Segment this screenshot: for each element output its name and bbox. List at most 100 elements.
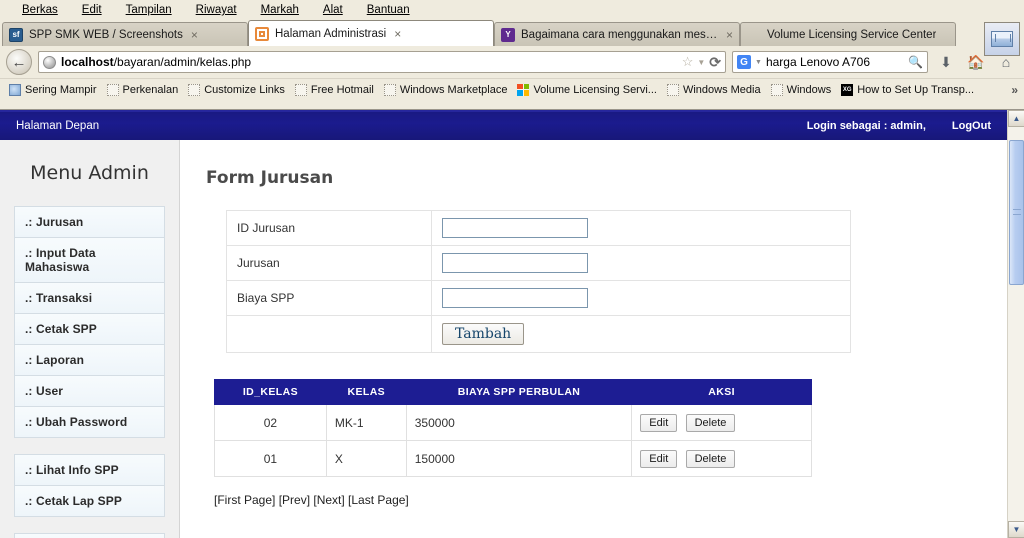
close-icon[interactable]: × (724, 29, 733, 41)
xg-icon: XG (841, 83, 854, 96)
chevron-down-icon[interactable]: ▼ (697, 58, 705, 67)
back-button[interactable]: ← (6, 49, 32, 75)
form-row-jurusan: Jurusan (226, 245, 851, 281)
table-header-row: ID_KELAS KELAS BIAYA SPP PERBULAN AKSI (214, 379, 812, 405)
microsoft-icon (517, 83, 530, 96)
sidebar-item-transaksi[interactable]: .: Transaksi (14, 282, 165, 313)
column-header-id-kelas: ID_KELAS (214, 379, 327, 405)
page-viewport: Halaman Depan Login sebagai : admin, Log… (0, 110, 1024, 538)
delete-button[interactable]: Delete (685, 449, 736, 468)
column-header-kelas: KELAS (325, 379, 407, 405)
envelope-icon (991, 31, 1013, 47)
bookmark-icon (106, 83, 119, 96)
search-bar[interactable]: G ▼ harga Lenovo A706 🔍 (732, 51, 928, 73)
star-icon[interactable]: ☆ (682, 54, 694, 70)
browser-menubar: Berkas Edit Tampilan Riwayat Markah Alat… (0, 0, 1024, 20)
menu-tampilan[interactable]: Tampilan (126, 4, 172, 16)
menu-markah[interactable]: Markah (261, 4, 299, 16)
sidebar-group-reports: .: Lihat Info SPP .: Cetak Lap SPP (14, 454, 165, 517)
sidebar-item-user[interactable]: .: User (14, 375, 165, 406)
downloads-icon[interactable]: ⬇ (934, 54, 958, 71)
bookmark-windows-media[interactable]: Windows Media (662, 81, 766, 99)
scrollbar-thumb[interactable] (1009, 140, 1024, 285)
bookmark-label: Free Hotmail (310, 83, 374, 96)
bookmark-customize-links[interactable]: Customize Links (183, 81, 290, 99)
bookmarks-overflow-icon[interactable]: » (1011, 83, 1018, 97)
bookmark-icon (770, 83, 783, 96)
page-title: Form Jurusan (206, 168, 334, 188)
bookmark-sering-mampir[interactable]: Sering Mampir (4, 81, 102, 99)
browser-tab-spp-smk-web[interactable]: sf SPP SMK WEB / Screenshots × (2, 22, 248, 46)
pagination-links[interactable]: [First Page] [Prev] [Next] [Last Page] (214, 493, 1007, 507)
restore-window-button[interactable] (984, 22, 1020, 56)
addon-icon[interactable]: ⌂ (994, 54, 1018, 70)
menu-bantuan[interactable]: Bantuan (367, 4, 410, 16)
search-icon[interactable]: 🔍 (908, 55, 923, 69)
delete-button[interactable]: Delete (685, 413, 736, 432)
sidebar-item-input-data-mahasiswa[interactable]: .: Input Data Mahasiswa (14, 237, 165, 282)
biaya-spp-input[interactable] (442, 288, 588, 308)
label-id-jurusan: ID Jurusan (226, 210, 432, 246)
browser-tab-yahoo-answers[interactable]: Y Bagaimana cara menggunakan mesin cuci.… (494, 22, 740, 46)
search-input[interactable]: harga Lenovo A706 (766, 55, 904, 69)
menu-berkas[interactable]: Berkas (22, 4, 58, 16)
sidebar-item-ubah-password[interactable]: .: Ubah Password (14, 406, 165, 438)
address-bar[interactable]: localhost/bayaran/admin/kelas.php ☆ ▼ ⟳ (38, 51, 726, 73)
bookmark-how-to-set-up[interactable]: XG How to Set Up Transp... (836, 81, 979, 99)
close-icon[interactable]: × (392, 28, 401, 40)
sidebar-item-jurusan[interactable]: .: Jurusan (14, 206, 165, 237)
orange-page-icon (255, 26, 269, 41)
sidebar-item-cetak-spp[interactable]: .: Cetak SPP (14, 313, 165, 344)
edit-button[interactable]: Edit (640, 449, 678, 468)
google-icon: G (737, 55, 751, 69)
cell-id-kelas: 01 (214, 440, 327, 477)
site-header: Halaman Depan Login sebagai : admin, Log… (0, 110, 1007, 140)
form-row-biaya-spp: Biaya SPP (226, 280, 851, 316)
menu-alat[interactable]: Alat (323, 4, 343, 16)
bookmark-label: Windows Marketplace (399, 83, 508, 96)
browser-tab-volume-licensing[interactable]: Volume Licensing Service Center (740, 22, 956, 46)
scroll-up-icon[interactable]: ▲ (1008, 110, 1024, 127)
sidebar-item-logout[interactable]: .: Logout (14, 533, 165, 538)
login-status: Login sebagai : admin, (806, 120, 926, 132)
bookmark-icon (383, 83, 396, 96)
menu-edit[interactable]: Edit (82, 4, 102, 16)
browser-chrome: Berkas Edit Tampilan Riwayat Markah Alat… (0, 0, 1024, 110)
scroll-down-icon[interactable]: ▼ (1008, 521, 1024, 538)
browser-tab-halaman-administrasi[interactable]: Halaman Administrasi × (248, 20, 494, 46)
edit-button[interactable]: Edit (640, 413, 678, 432)
cell-biaya: 350000 (405, 404, 633, 441)
home-icon[interactable]: 🏠 (964, 54, 988, 71)
tab-title: Halaman Administrasi (275, 27, 387, 40)
bookmark-label: Perkenalan (122, 83, 179, 96)
url-text: localhost/bayaran/admin/kelas.php (61, 55, 252, 69)
id-jurusan-input[interactable] (442, 218, 588, 238)
kelas-table: ID_KELAS KELAS BIAYA SPP PERBULAN AKSI 0… (214, 379, 812, 477)
back-arrow-icon: ← (11, 53, 27, 71)
cell-aksi: Edit Delete (631, 440, 812, 477)
bookmark-free-hotmail[interactable]: Free Hotmail (290, 81, 379, 99)
page-scrollbar[interactable]: ▲ ▼ (1007, 110, 1024, 538)
sidebar-item-cetak-lap-spp[interactable]: .: Cetak Lap SPP (14, 485, 165, 517)
chevron-down-icon[interactable]: ▼ (755, 59, 762, 66)
empty-cell (226, 315, 432, 353)
jurusan-input[interactable] (442, 253, 588, 273)
menu-riwayat[interactable]: Riwayat (196, 4, 237, 16)
sidebar-item-lihat-info-spp[interactable]: .: Lihat Info SPP (14, 454, 165, 485)
close-icon[interactable]: × (189, 29, 198, 41)
bookmark-windows[interactable]: Windows (766, 81, 837, 99)
form-row-id-jurusan: ID Jurusan (226, 210, 851, 246)
bookmark-windows-marketplace[interactable]: Windows Marketplace (379, 81, 513, 99)
tab-strip: sf SPP SMK WEB / Screenshots × Halaman A… (0, 20, 1024, 56)
tambah-button[interactable]: Tambah (442, 323, 525, 345)
reload-icon[interactable]: ⟳ (709, 54, 721, 71)
cell-kelas: X (325, 440, 407, 477)
bookmark-volume-licensing[interactable]: Volume Licensing Servi... (512, 81, 662, 99)
bookmark-label: Customize Links (204, 83, 285, 96)
bookmark-perkenalan[interactable]: Perkenalan (102, 81, 184, 99)
sidebar-item-laporan[interactable]: .: Laporan (14, 344, 165, 375)
cell-id-kelas: 02 (214, 404, 327, 441)
cell-biaya: 150000 (405, 440, 633, 477)
home-link[interactable]: Halaman Depan (16, 120, 99, 132)
logout-link[interactable]: LogOut (952, 120, 991, 132)
